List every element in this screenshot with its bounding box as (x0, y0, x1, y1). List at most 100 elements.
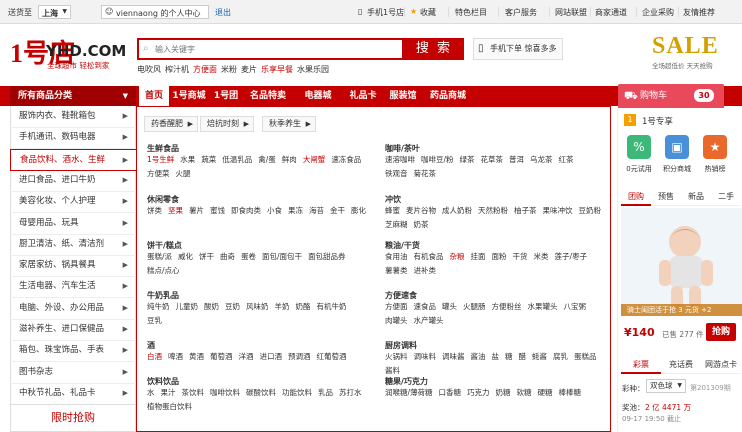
group-link[interactable]: 低温乳品 (222, 153, 252, 167)
enterprise-link[interactable]: 企业采购 (642, 7, 674, 18)
quick-link-icon[interactable]: ▣ (665, 135, 689, 159)
nav-item-1[interactable]: 1号商城 (169, 86, 209, 106)
group-link[interactable]: 硬糖 (538, 386, 553, 400)
group-link[interactable]: 蛋卷 (241, 250, 256, 264)
nav-item-5[interactable]: 礼品卡 (343, 86, 383, 106)
group-link[interactable]: 醋 (519, 350, 527, 364)
service-menu[interactable]: 客户服务 (505, 7, 537, 18)
group-link[interactable]: 坚果 (168, 204, 183, 218)
group-link[interactable]: 有机食品 (414, 250, 444, 264)
group-link[interactable]: 面包甜品券 (308, 250, 346, 264)
group-link[interactable]: 酸奶 (204, 300, 219, 314)
group-link[interactable]: 巧克力 (467, 386, 490, 400)
sidebar-item[interactable]: 服饰内衣、鞋靴箱包 ▶ (10, 106, 136, 128)
group-link[interactable]: 糖 (505, 350, 513, 364)
group-link[interactable]: 火锅料 (385, 350, 408, 364)
group-link[interactable]: 火腿 (176, 167, 191, 181)
group-link[interactable]: 即食肉类 (231, 204, 261, 218)
hot-keyword[interactable]: 米粉 (221, 65, 237, 74)
group-link[interactable]: 成人奶粉 (442, 204, 472, 218)
user-center[interactable]: ☺ viennaong 的个人中心 (101, 5, 209, 19)
group-link[interactable]: 奶糖 (496, 386, 511, 400)
recommend-menu[interactable]: 友情推荐 (683, 7, 715, 18)
service-tab[interactable]: 网游点卡 (701, 356, 741, 374)
group-link[interactable]: 调味料 (414, 350, 437, 364)
service-tab[interactable]: 充话费 (661, 356, 701, 374)
group-link[interactable]: 火腿肠 (463, 300, 486, 314)
service-tab[interactable]: 彩票 (621, 356, 661, 374)
group-link[interactable]: 速溶咖啡 (385, 153, 415, 167)
nav-item-0[interactable]: 首页 (139, 86, 169, 106)
group-link[interactable]: 麦片谷物 (406, 204, 436, 218)
group-link[interactable]: 果汁 (161, 386, 176, 400)
deal-tab[interactable]: 二手 (711, 188, 741, 206)
hot-keyword[interactable]: 榨汁机 (165, 65, 189, 74)
sidebar-item[interactable]: 电脑、外设、办公用品 ▶ (10, 298, 136, 320)
group-link[interactable]: 润喉糖/薄荷糖 (385, 386, 433, 400)
flash-sale-button[interactable]: 限时抢购 (10, 404, 136, 432)
group-link[interactable]: 蔬菜 (201, 153, 216, 167)
mobile-order-banner[interactable]: ▯ 手机下单 惊喜多多 (473, 38, 563, 60)
group-link[interactable]: 铁观音 (385, 167, 408, 181)
group-link[interactable]: 洋酒 (239, 350, 254, 364)
group-link[interactable]: 蚝酱 (532, 350, 547, 364)
quick-link-icon[interactable]: ★ (703, 135, 727, 159)
group-link[interactable]: 啤酒 (168, 350, 183, 364)
group-link[interactable]: 蛋糕/派 (147, 250, 172, 264)
group-link[interactable]: 咖啡豆/粉 (421, 153, 454, 167)
group-link[interactable]: 葡萄酒 (210, 350, 233, 364)
group-link[interactable]: 绿茶 (460, 153, 475, 167)
nav-item-6[interactable]: 服装馆 (383, 86, 423, 106)
nav-item-4[interactable]: 电器城 (293, 86, 343, 106)
group-link[interactable]: 进口酒 (260, 350, 283, 364)
group-link[interactable]: 面粉 (492, 250, 507, 264)
group-link[interactable]: 杂粮 (450, 250, 465, 264)
sidebar-item[interactable]: 手机通讯、数码电器 ▶ (10, 127, 136, 150)
sidebar-item[interactable]: 美容化妆、个人护理 ▶ (10, 191, 136, 214)
flyout-tag[interactable]: 秋季养生 ▶ (262, 116, 316, 132)
hot-keyword[interactable]: 乐享早餐 (261, 65, 293, 74)
sidebar-item[interactable]: 厨卫清洁、纸、清洁剂 ▶ (10, 234, 136, 256)
group-link[interactable]: 海苔 (309, 204, 324, 218)
group-link[interactable]: 有机牛奶 (317, 300, 347, 314)
merchant-menu[interactable]: 商家通道 (595, 7, 627, 18)
group-link[interactable]: 小食 (267, 204, 282, 218)
group-link[interactable]: 羊奶 (275, 300, 290, 314)
group-link[interactable]: 盐 (492, 350, 500, 364)
quick-link-label[interactable]: 热销榜 (697, 164, 733, 174)
nav-item-3[interactable]: 名品特卖 (243, 86, 293, 106)
group-link[interactable]: 风味奶 (246, 300, 269, 314)
group-link[interactable]: 鲜肉 (282, 153, 297, 167)
group-link[interactable]: 豆奶粉 (579, 204, 602, 218)
nav-item-7[interactable]: 药品商城 (423, 86, 473, 106)
group-link[interactable]: 功能饮料 (282, 386, 312, 400)
group-link[interactable]: 菊花茶 (414, 167, 437, 181)
group-link[interactable]: 水 (147, 386, 155, 400)
sidebar-item[interactable]: 家居家纺、锅具餐具 ▶ (10, 255, 136, 278)
favorites-link[interactable]: 收藏 (420, 7, 436, 18)
group-link[interactable]: 奶茶 (414, 218, 429, 232)
group-link[interactable]: 茶饮料 (182, 386, 205, 400)
group-link[interactable]: 苏打水 (339, 386, 362, 400)
sidebar-item[interactable]: 食品饮料、酒水、生鲜 ▶ (10, 148, 137, 171)
group-link[interactable]: 膨化 (351, 204, 366, 218)
group-link[interactable]: 蜜饯 (210, 204, 225, 218)
sale-banner[interactable]: SALE 全场超低价 天天抢购 (652, 32, 738, 76)
buy-button[interactable]: 抢购 (706, 323, 736, 341)
group-link[interactable]: 红茶 (559, 153, 574, 167)
all-categories-button[interactable]: 所有商品分类 ▼ (10, 86, 136, 106)
group-link[interactable]: 水产罐头 (414, 314, 444, 328)
search-input[interactable] (155, 40, 395, 58)
mobile-link[interactable]: 手机1号店 (367, 7, 404, 18)
group-link[interactable]: 腐乳 (553, 350, 568, 364)
special-menu[interactable]: 特色栏目 (455, 7, 487, 18)
group-link[interactable]: 饼干 (199, 250, 214, 264)
group-link[interactable]: 口香糖 (439, 386, 462, 400)
group-link[interactable]: 罐头 (442, 300, 457, 314)
group-link[interactable]: 碳酸饮料 (246, 386, 276, 400)
city-selector[interactable]: 上海 ▼ (38, 5, 71, 19)
group-link[interactable]: 植物蛋白饮料 (147, 400, 192, 414)
site-logo[interactable]: 1号店 YHD.COM 全球超市 轻松到家 (10, 40, 126, 71)
group-link[interactable]: 黄酒 (189, 350, 204, 364)
group-link[interactable]: 软糖 (517, 386, 532, 400)
